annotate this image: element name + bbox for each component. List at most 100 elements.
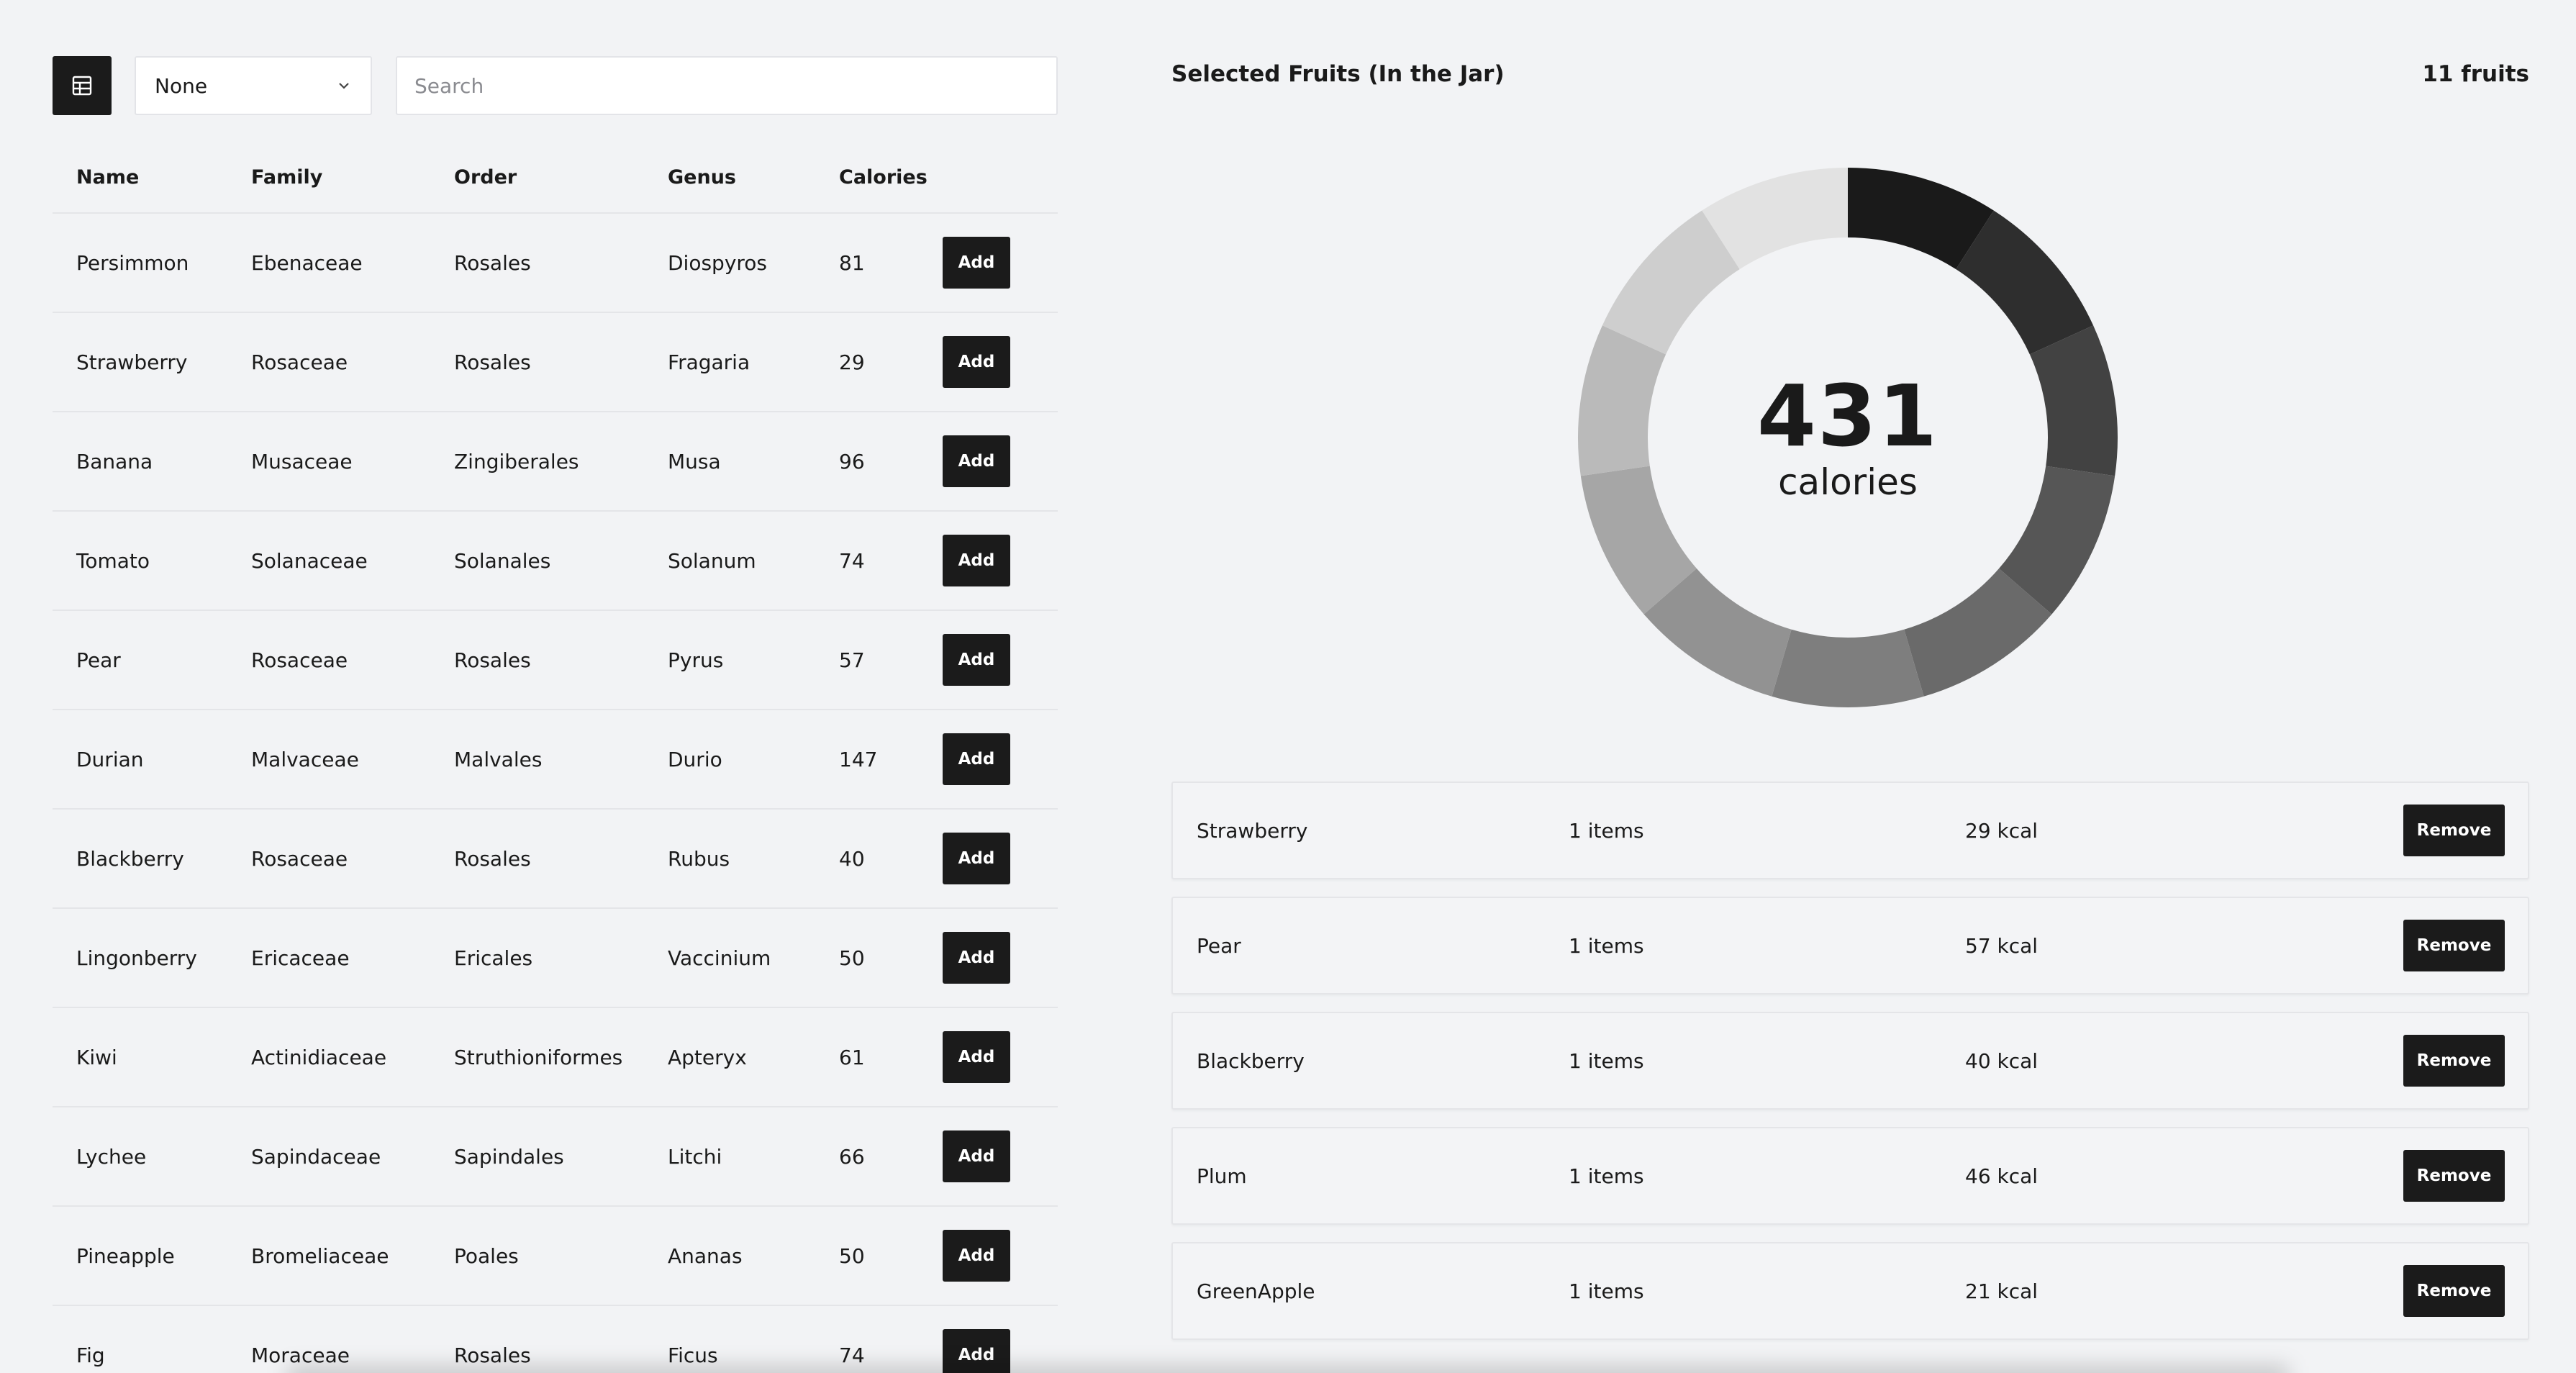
add-button[interactable]: Add	[943, 1230, 1010, 1282]
fruit-genus: Musa	[644, 412, 815, 512]
toolbar: None	[53, 56, 1058, 115]
group-by-value: None	[155, 73, 208, 98]
jar-item-quantity: 1 items	[1569, 1164, 1644, 1188]
jar-fruit-count: 11 fruits	[2422, 61, 2529, 87]
add-button[interactable]: Add	[943, 833, 1010, 884]
fruit-genus: Pyrus	[644, 610, 815, 710]
fruit-browser-panel: None Name Family Order Genus Calories Pe…	[53, 56, 1058, 1373]
jar-item-name: GreenApple	[1197, 1279, 1315, 1303]
table-row: Persimmon Ebenaceae Rosales Diospyros 81 Add	[53, 213, 1058, 313]
row-actions: Add	[943, 1107, 1058, 1207]
add-button[interactable]: Add	[943, 634, 1010, 686]
fruit-order: Solanales	[430, 511, 644, 611]
remove-button[interactable]: Remove	[2403, 1150, 2505, 1202]
jar-panel: Selected Fruits (In the Jar) 11 fruits 4…	[1171, 56, 2529, 1340]
remove-button[interactable]: Remove	[2403, 1035, 2505, 1087]
table-view-button[interactable]	[53, 56, 112, 115]
jar-item-calories: 46 kcal	[1965, 1164, 2038, 1188]
row-actions: Add	[943, 412, 1058, 512]
remove-button[interactable]: Remove	[2403, 1265, 2505, 1317]
fruit-name: Tomato	[53, 511, 227, 611]
fruit-name: Fig	[53, 1305, 227, 1373]
fruit-genus: Vaccinium	[644, 908, 815, 1008]
fruit-calories: 74	[815, 511, 943, 611]
fruit-calories: 40	[815, 809, 943, 909]
fruit-name: Durian	[53, 710, 227, 810]
table-grid-icon	[72, 76, 92, 96]
row-actions: Add	[943, 511, 1058, 611]
fruit-calories: 50	[815, 1206, 943, 1306]
add-button[interactable]: Add	[943, 535, 1010, 586]
jar-item: Pear 1 items 57 kcal Remove	[1171, 897, 2529, 994]
jar-item-quantity: 1 items	[1569, 933, 1644, 958]
add-button[interactable]: Add	[943, 237, 1010, 289]
table-row: Fig Moraceae Rosales Ficus 74 Add	[53, 1305, 1058, 1373]
group-by-select[interactable]: None	[135, 56, 372, 115]
add-button[interactable]: Add	[943, 336, 1010, 388]
fruit-calories: 74	[815, 1305, 943, 1373]
fruit-calories: 96	[815, 412, 943, 512]
fruit-order: Rosales	[430, 213, 644, 313]
table-row: Banana Musaceae Zingiberales Musa 96 Add	[53, 412, 1058, 512]
column-header-name[interactable]: Name	[53, 142, 227, 214]
fruit-order: Sapindales	[430, 1107, 644, 1207]
chevron-down-icon	[339, 83, 349, 89]
row-actions: Add	[943, 1206, 1058, 1306]
fruit-family: Moraceae	[227, 1305, 430, 1373]
donut-center: 431 calories	[1574, 164, 2121, 711]
fruit-order: Ericales	[430, 908, 644, 1008]
fruit-family: Sapindaceae	[227, 1107, 430, 1207]
total-calories-value: 431	[1756, 366, 1939, 466]
fruit-name: Lychee	[53, 1107, 227, 1207]
jar-item: Plum 1 items 46 kcal Remove	[1171, 1127, 2529, 1225]
row-actions: Add	[943, 213, 1058, 313]
calorie-donut-chart: 431 calories	[1574, 164, 2121, 711]
column-header-calories[interactable]: Calories	[815, 142, 943, 214]
fruit-order: Rosales	[430, 1305, 644, 1373]
fruit-order: Rosales	[430, 610, 644, 710]
fruit-name: Strawberry	[53, 312, 227, 412]
table-row: Lychee Sapindaceae Sapindales Litchi 66 Add	[53, 1107, 1058, 1207]
add-button[interactable]: Add	[943, 1031, 1010, 1083]
jar-title: Selected Fruits (In the Jar)	[1171, 61, 1505, 87]
jar-item-quantity: 1 items	[1569, 1048, 1644, 1073]
jar-item: Blackberry 1 items 40 kcal Remove	[1171, 1012, 2529, 1110]
row-actions: Add	[943, 1305, 1058, 1373]
fruit-order: Malvales	[430, 710, 644, 810]
table-row: Strawberry Rosaceae Rosales Fragaria 29 Add	[53, 312, 1058, 412]
table-row: Pear Rosaceae Rosales Pyrus 57 Add	[53, 610, 1058, 710]
total-calories-unit: calories	[1778, 461, 1918, 503]
remove-button[interactable]: Remove	[2403, 920, 2505, 971]
table-header-row: Name Family Order Genus Calories	[53, 142, 1058, 214]
search-input[interactable]	[396, 56, 1058, 115]
fruit-family: Ericaceae	[227, 908, 430, 1008]
fruit-family: Musaceae	[227, 412, 430, 512]
column-header-genus[interactable]: Genus	[644, 142, 815, 214]
jar-item-quantity: 1 items	[1569, 818, 1644, 843]
add-button[interactable]: Add	[943, 435, 1010, 487]
fruit-genus: Ficus	[644, 1305, 815, 1373]
jar-item-calories: 21 kcal	[1965, 1279, 2038, 1303]
remove-button[interactable]: Remove	[2403, 805, 2505, 856]
add-button[interactable]: Add	[943, 932, 1010, 984]
fruit-genus: Rubus	[644, 809, 815, 909]
fruit-genus: Fragaria	[644, 312, 815, 412]
fruit-genus: Diospyros	[644, 213, 815, 313]
fruit-family: Actinidiaceae	[227, 1007, 430, 1107]
fruit-name: Pineapple	[53, 1206, 227, 1306]
add-button[interactable]: Add	[943, 733, 1010, 785]
row-actions: Add	[943, 610, 1058, 710]
column-header-family[interactable]: Family	[227, 142, 430, 214]
fruit-genus: Apteryx	[644, 1007, 815, 1107]
fruit-family: Rosaceae	[227, 312, 430, 412]
fruit-order: Poales	[430, 1206, 644, 1306]
add-button[interactable]: Add	[943, 1130, 1010, 1182]
row-actions: Add	[943, 809, 1058, 909]
table-row: Tomato Solanaceae Solanales Solanum 74 Add	[53, 511, 1058, 611]
fruit-name: Blackberry	[53, 809, 227, 909]
table-row: Blackberry Rosaceae Rosales Rubus 40 Add	[53, 809, 1058, 909]
fruit-genus: Ananas	[644, 1206, 815, 1306]
row-actions: Add	[943, 908, 1058, 1008]
fruit-calories: 66	[815, 1107, 943, 1207]
column-header-order[interactable]: Order	[430, 142, 644, 214]
